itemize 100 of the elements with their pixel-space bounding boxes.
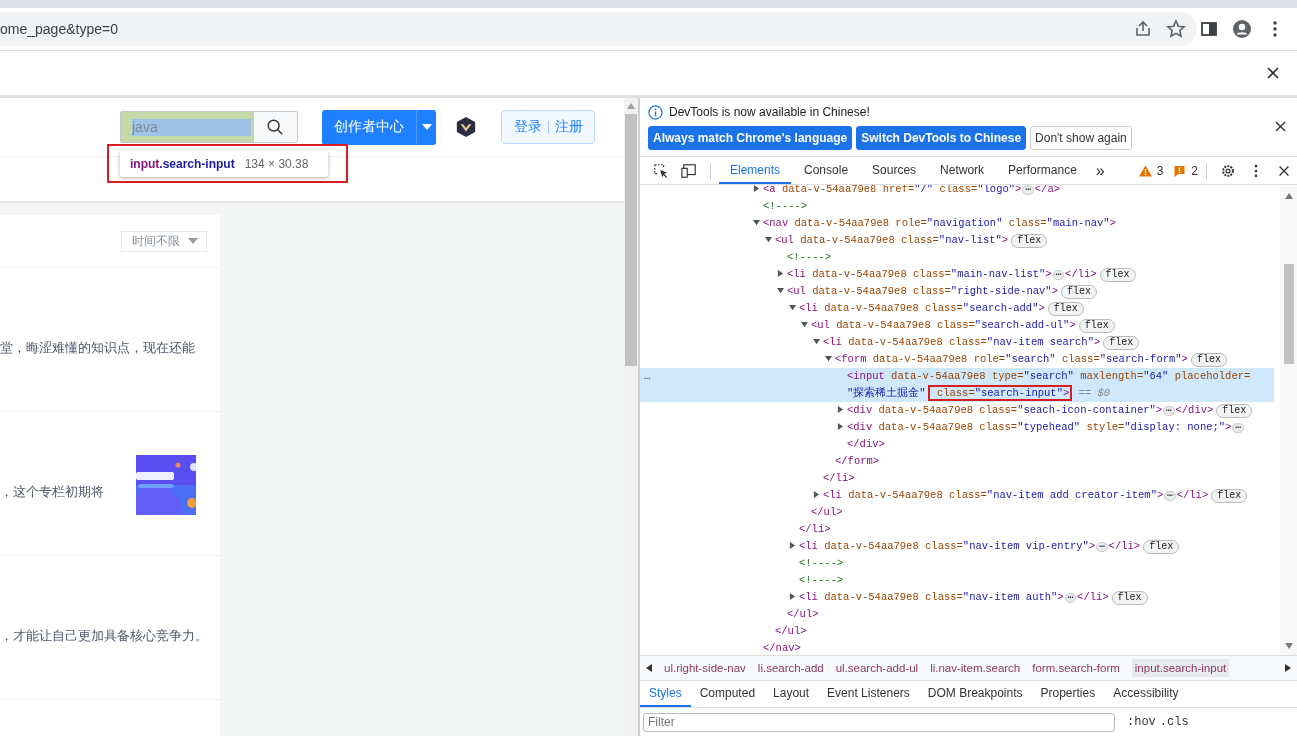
creator-center-button[interactable]: 创作者中心 (322, 109, 416, 145)
breadcrumb[interactable]: ul.right-side-nav (664, 662, 746, 674)
issue-icon[interactable] (1173, 164, 1187, 177)
dom-node-row[interactable]: <!----> (640, 572, 1274, 589)
devtools-tab[interactable]: Console (793, 157, 860, 184)
panel-tab[interactable]: Layout (764, 681, 819, 707)
close-icon[interactable] (1275, 121, 1286, 132)
register-link[interactable]: 注册 (554, 118, 583, 136)
close-icon[interactable] (1267, 67, 1279, 79)
expand-ellipsis[interactable]: ⋯ (1052, 270, 1065, 280)
flex-badge[interactable]: flex (1103, 336, 1140, 350)
collapse-arrow-icon[interactable] (837, 423, 844, 430)
article-snippet[interactable]: 堂，晦涩难懂的知识点，现在还能 (0, 340, 195, 357)
expand-ellipsis[interactable]: ⋯ (1096, 542, 1108, 552)
article-snippet[interactable]: ，才能让自己更加具备核心竞争力。 (0, 628, 208, 645)
device-toolbar-icon[interactable] (681, 162, 697, 179)
devtools-tab[interactable]: Network (929, 157, 996, 184)
dom-node-row[interactable]: <div data-v-54aa79e8 class="seach-icon-container"> ⋯ </div> flex (640, 402, 1274, 419)
expand-ellipsis[interactable]: ⋯ (1064, 593, 1077, 603)
share-icon[interactable] (1133, 19, 1153, 39)
dom-node-row[interactable]: <li data-v-54aa79e8 class="nav-item auth"> ⋯ </li> flex (640, 589, 1274, 606)
dom-node-row[interactable]: <li data-v-54aa79e8 class="search-add"> flex (640, 300, 1274, 317)
collapse-arrow-icon[interactable] (789, 593, 796, 600)
expand-arrow-icon[interactable] (765, 236, 772, 243)
panel-tab[interactable]: Properties (1031, 681, 1105, 707)
flex-badge[interactable]: flex (1143, 540, 1180, 554)
dom-node-row[interactable]: <form data-v-54aa79e8 role="search" class="search-form"> flex (640, 351, 1274, 368)
scroll-right-icon[interactable] (1285, 664, 1291, 672)
breadcrumb[interactable]: form.search-form (1032, 662, 1120, 674)
flex-badge[interactable]: flex (1211, 489, 1248, 503)
warning-count[interactable]: 3 (1156, 163, 1164, 178)
dom-node-row[interactable]: <ul data-v-54aa79e8 class="search-add-ul"> flex (640, 317, 1274, 334)
panel-tab[interactable]: Accessibility (1104, 681, 1188, 707)
dropdown-button[interactable] (416, 109, 436, 145)
dom-node-row[interactable]: <!----> (640, 555, 1274, 572)
infobar-button[interactable]: Don't show again (1030, 126, 1132, 150)
issue-count[interactable]: 2 (1191, 163, 1198, 178)
collapse-arrow-icon[interactable] (777, 270, 784, 277)
gutter-ellipsis[interactable]: … (644, 368, 651, 385)
badge-icon[interactable] (455, 116, 477, 138)
collapse-arrow-icon[interactable] (837, 406, 844, 413)
expand-ellipsis[interactable]: ⋯ (1022, 185, 1034, 195)
infobar-button[interactable]: Always match Chrome's language (648, 126, 853, 150)
infobar-button[interactable]: Switch DevTools to Chinese (856, 126, 1027, 150)
expand-ellipsis[interactable]: ⋯ (1232, 423, 1244, 433)
collapse-arrow-icon[interactable] (813, 491, 820, 498)
filter-field[interactable]: Filter (643, 712, 1115, 732)
expand-ellipsis[interactable]: ⋯ (1164, 491, 1176, 501)
devtools-tab[interactable]: Elements (719, 157, 792, 184)
warning-icon[interactable] (1138, 164, 1152, 177)
expand-arrow-icon[interactable] (777, 287, 784, 294)
panel-tab[interactable]: Styles (640, 681, 691, 707)
expand-ellipsis[interactable]: ⋯ (1163, 406, 1175, 416)
dom-node-row[interactable]: <div data-v-54aa79e8 class="typehead" style="display: none;"> ⋯ </div> (640, 419, 1274, 453)
side-panel-icon[interactable] (1199, 19, 1219, 39)
scroll-down-arrow-icon[interactable] (1284, 643, 1293, 649)
search-icon[interactable] (266, 118, 284, 136)
breadcrumb[interactable]: input.search-input (1131, 659, 1230, 677)
collapse-arrow-icon[interactable] (789, 542, 796, 549)
panel-tab[interactable]: DOM Breakpoints (918, 681, 1032, 707)
devtools-tab[interactable]: Sources (861, 157, 928, 184)
breadcrumb[interactable]: li.nav-item.search (930, 662, 1021, 674)
scroll-left-icon[interactable] (646, 664, 652, 672)
flex-badge[interactable]: flex (1216, 404, 1253, 418)
breadcrumb[interactable]: ul.search-add-ul (835, 662, 919, 674)
expand-arrow-icon[interactable] (753, 219, 760, 226)
address-bar[interactable]: ome_page&type=0 (0, 12, 1197, 46)
scrollbar-thumb[interactable] (625, 114, 637, 366)
flex-badge[interactable]: flex (1061, 285, 1097, 299)
flex-badge[interactable]: flex (1190, 353, 1227, 367)
dom-node-row[interactable]: <li data-v-54aa79e8 class="main-nav-list"> ⋯ </li> flex (640, 266, 1274, 283)
login-link[interactable]: 登录 (513, 118, 542, 136)
flex-badge[interactable]: flex (1011, 234, 1048, 248)
hover-state-toggle[interactable]: :hov (1127, 715, 1156, 729)
dom-node-row[interactable]: <!----> (640, 249, 1274, 266)
class-toggle[interactable]: .cls (1159, 715, 1189, 729)
collapse-arrow-icon[interactable] (753, 185, 760, 192)
settings-icon[interactable] (1220, 162, 1236, 179)
panel-tab[interactable]: Computed (690, 681, 765, 707)
dom-node-row[interactable]: <!----> (640, 198, 1274, 215)
scroll-up-arrow-icon[interactable] (1284, 193, 1293, 199)
panel-tab[interactable]: Event Listeners (818, 681, 919, 707)
dom-node-row[interactable]: … <input data-v-54aa79e8 type="search" maxlength="64" placeholder= "探索稀土掘金" class="search-input"> == $0 (640, 368, 1274, 402)
article-snippet[interactable]: ，这个专栏初期将 (0, 484, 104, 501)
dom-node-row[interactable]: <ul data-v-54aa79e8 class="nav-list"> flex (640, 232, 1274, 249)
flex-badge[interactable]: flex (1078, 319, 1115, 333)
flex-badge[interactable]: flex (1099, 268, 1136, 282)
breadcrumb[interactable]: li.search-add (757, 662, 824, 674)
avatar-icon[interactable] (1232, 19, 1252, 39)
expand-arrow-icon[interactable] (789, 304, 796, 311)
flex-badge[interactable]: flex (1111, 591, 1148, 605)
expand-arrow-icon[interactable] (825, 355, 832, 362)
dom-node-row[interactable]: <ul data-v-54aa79e8 class="right-side-nav"> flex (640, 283, 1274, 300)
devtools-tab[interactable]: Performance (997, 157, 1088, 184)
scrollbar-thumb[interactable] (1283, 264, 1294, 364)
flex-badge[interactable]: flex (1047, 302, 1084, 316)
star-icon[interactable] (1166, 19, 1186, 39)
dom-node-row[interactable]: <nav data-v-54aa79e8 role="navigation" class="main-nav"> (640, 215, 1274, 232)
expand-arrow-icon[interactable] (801, 321, 808, 328)
inspect-icon[interactable] (653, 162, 669, 179)
